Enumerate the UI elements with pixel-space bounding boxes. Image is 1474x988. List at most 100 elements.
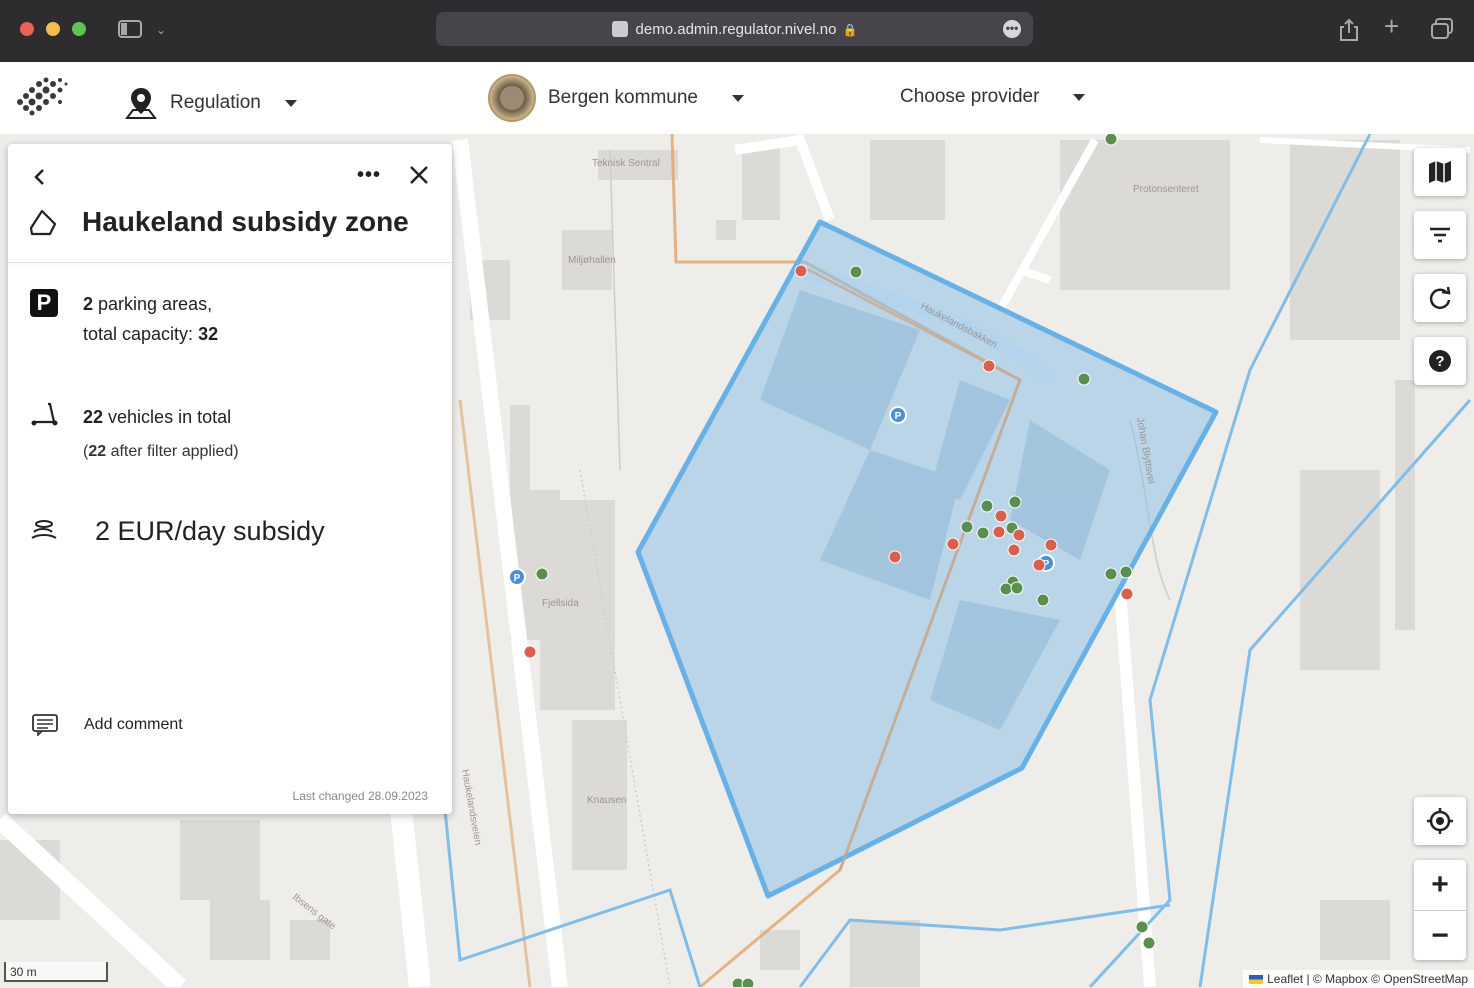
map-label: Teknisk Sentral: [592, 158, 660, 169]
more-icon[interactable]: •••: [1003, 20, 1021, 38]
map-scale-bar: 30 m: [4, 962, 108, 982]
vehicle-marker[interactable]: [1104, 134, 1118, 146]
municipality-menu[interactable]: Bergen kommune: [488, 74, 744, 122]
vehicle-marker[interactable]: [1008, 495, 1022, 509]
chevron-down-icon[interactable]: ⌄: [156, 20, 166, 40]
sidebar-toggle-icon[interactable]: [118, 19, 142, 43]
comment-icon[interactable]: [32, 714, 58, 736]
vehicle-count-text: 22 vehicles in total: [83, 407, 232, 427]
vehicle-marker[interactable]: [535, 567, 549, 581]
site-icon: [611, 21, 628, 37]
filter-icon: [1430, 227, 1450, 243]
vehicle-marker[interactable]: [1012, 528, 1026, 542]
caret-down-icon: [731, 94, 744, 102]
vehicle-marker[interactable]: [994, 509, 1008, 523]
vehicle-marker[interactable]: [1120, 587, 1134, 601]
locate-me-button[interactable]: [1414, 797, 1466, 845]
map-pin-icon: [125, 88, 157, 119]
svg-text:?: ?: [1435, 353, 1444, 370]
share-icon[interactable]: [1338, 18, 1360, 46]
last-changed-text: Last changed 28.09.2023: [292, 789, 428, 803]
zoom-in-button[interactable]: +: [1414, 860, 1466, 910]
vehicle-marker[interactable]: [960, 520, 974, 534]
municipality-label: Bergen kommune: [548, 87, 698, 108]
caret-down-icon: [1073, 93, 1086, 101]
back-button[interactable]: [30, 166, 50, 188]
maximize-window-button[interactable]: [72, 22, 86, 36]
add-comment-button[interactable]: Add comment: [84, 716, 183, 734]
parking-capacity-text: total capacity: 32: [83, 324, 219, 344]
subsidy-text: 2 EUR/day subsidy: [95, 516, 325, 546]
subsidy-icon: [31, 520, 57, 539]
map-icon: [1429, 161, 1451, 183]
map-label: Miljøhallen: [568, 255, 616, 266]
tabs-overview-icon[interactable]: [1430, 18, 1454, 44]
more-options-button[interactable]: •••: [357, 165, 381, 185]
logo-icon[interactable]: [14, 76, 68, 116]
vehicle-filter-text: (22 after filter applied): [83, 443, 239, 460]
scooter-icon: [31, 402, 58, 426]
close-panel-button[interactable]: [408, 164, 430, 190]
svg-text:P: P: [514, 573, 521, 584]
url-text: demo.admin.regulator.nivel.no: [635, 21, 837, 38]
help-button[interactable]: ?: [1414, 337, 1466, 385]
lock-icon: 🔒: [842, 23, 858, 37]
vehicle-marker[interactable]: [1010, 581, 1024, 595]
vehicle-marker[interactable]: [1135, 920, 1149, 934]
vehicle-marker[interactable]: [982, 359, 996, 373]
vehicle-marker[interactable]: [1007, 543, 1021, 557]
vehicle-marker[interactable]: [849, 265, 863, 279]
vehicle-marker[interactable]: [1119, 565, 1133, 579]
map-label: Fjellsida: [542, 598, 579, 609]
help-icon: ?: [1429, 350, 1451, 372]
provider-menu[interactable]: Choose provider: [900, 86, 1086, 108]
address-bar[interactable]: demo.admin.regulator.nivel.no 🔒 •••: [436, 12, 1033, 46]
vehicle-marker[interactable]: [976, 526, 990, 540]
minimize-window-button[interactable]: [46, 22, 60, 36]
vehicle-marker[interactable]: [999, 582, 1013, 596]
parking-marker[interactable]: P: [889, 406, 907, 424]
filter-button[interactable]: [1414, 211, 1466, 259]
vehicle-marker[interactable]: [946, 537, 960, 551]
municipality-seal-icon: [488, 74, 536, 122]
parking-icon: P: [30, 289, 58, 317]
provider-label: Choose provider: [900, 86, 1040, 107]
vehicle-marker[interactable]: [1104, 567, 1118, 581]
divider: [8, 262, 452, 263]
regulation-label: Regulation: [170, 92, 261, 113]
ukraine-flag-icon: [1249, 975, 1264, 984]
browser-chrome: ⌄ demo.admin.regulator.nivel.no 🔒 ••• +: [0, 0, 1474, 62]
zoom-control: + −: [1414, 860, 1466, 960]
map-layers-button[interactable]: [1414, 148, 1466, 196]
panel-title: Haukeland subsidy zone: [82, 206, 409, 237]
app-header: Regulation Bergen kommune Choose provide…: [0, 62, 1474, 135]
vehicle-marker[interactable]: [1077, 372, 1091, 386]
vehicle-marker[interactable]: [741, 977, 755, 987]
vehicle-marker[interactable]: [794, 264, 808, 278]
map-label: Protonsenteret: [1133, 184, 1199, 195]
map-label: Knausen: [587, 795, 626, 806]
zone-polygon-icon: [29, 209, 57, 236]
vehicle-marker[interactable]: [888, 550, 902, 564]
vehicle-marker[interactable]: [1044, 538, 1058, 552]
close-window-button[interactable]: [20, 22, 34, 36]
map-attribution: Leaflet | © Mapbox © OpenStreetMap: [1243, 970, 1474, 988]
vehicle-marker[interactable]: [523, 645, 537, 659]
new-tab-icon[interactable]: +: [1384, 13, 1399, 39]
zoom-out-button[interactable]: −: [1414, 911, 1466, 961]
crosshair-icon: [1427, 808, 1453, 834]
regulation-menu[interactable]: Regulation: [124, 86, 297, 120]
svg-text:P: P: [895, 411, 902, 422]
vehicle-marker[interactable]: [1036, 593, 1050, 607]
parking-marker[interactable]: P: [508, 568, 526, 586]
chevron-left-icon: [34, 169, 44, 185]
parking-count-text: 2 parking areas,: [83, 294, 213, 314]
refresh-button[interactable]: [1414, 274, 1466, 322]
vehicle-marker[interactable]: [1032, 558, 1046, 572]
vehicle-marker[interactable]: [980, 499, 994, 513]
vehicle-marker[interactable]: [992, 525, 1006, 539]
zone-detail-panel: ••• Haukeland subsidy zone P 2 parking a…: [8, 144, 452, 814]
vehicle-marker[interactable]: [1142, 936, 1156, 950]
refresh-icon: [1429, 286, 1451, 309]
caret-down-icon: [284, 99, 297, 107]
